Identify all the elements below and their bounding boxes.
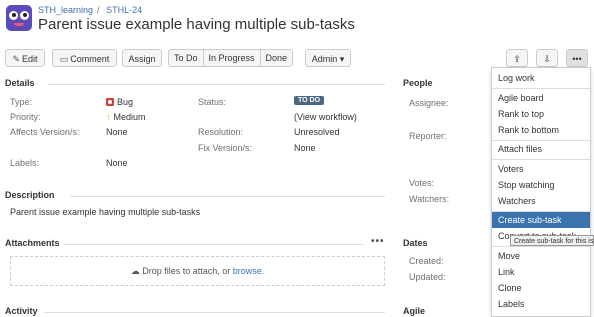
more-actions-button[interactable]: •••	[566, 49, 588, 67]
more-icon: •••	[572, 54, 582, 64]
menu-item-rank-to-top[interactable]: Rank to top	[492, 106, 590, 122]
menu-item-voters[interactable]: Voters	[492, 161, 590, 177]
share-button[interactable]: ⇪	[506, 49, 528, 67]
description-divider	[70, 196, 385, 197]
admin-dropdown[interactable]: Admin ▾	[305, 49, 351, 67]
menu-item-link[interactable]: Link	[492, 264, 590, 280]
create-sub-task-tooltip: Create sub-task for this issue	[510, 235, 594, 246]
drop-files-text: Drop files to attach, or	[142, 266, 231, 276]
breadcrumb-project[interactable]: STH_learning	[38, 5, 93, 15]
details-heading: Details	[5, 78, 35, 88]
fix-version-label: Fix Version/s:	[198, 143, 253, 153]
status-label: Status:	[198, 97, 227, 107]
breadcrumb-issue-key[interactable]: STHL-24	[106, 5, 142, 15]
labels-value[interactable]: None	[106, 158, 128, 168]
resolution-value: Unresolved	[294, 127, 340, 137]
attachment-dropzone[interactable]: ☁ Drop files to attach, or browse.	[10, 256, 385, 286]
reporter-label: Reporter:	[409, 131, 447, 141]
type-value-text: Bug	[117, 97, 134, 107]
more-actions-menu: Log work Agile board Rank to top Rank to…	[491, 67, 591, 317]
in-progress-button[interactable]: In Progress	[204, 50, 261, 66]
project-avatar[interactable]	[6, 5, 32, 31]
priority-value: ↑ Medium	[106, 112, 146, 122]
share-icon: ⇪	[513, 54, 521, 64]
updated-label: Updated:	[409, 272, 446, 282]
breadcrumb: STH_learning / STHL-24	[38, 5, 146, 15]
resolution-label: Resolution:	[198, 127, 244, 137]
created-label: Created:	[409, 256, 444, 266]
menu-separator	[492, 88, 590, 89]
menu-separator	[492, 159, 590, 160]
to-do-button[interactable]: To Do	[169, 50, 204, 66]
menu-item-clone[interactable]: Clone	[492, 280, 590, 296]
menu-item-watchers[interactable]: Watchers	[492, 193, 590, 209]
browse-link[interactable]: browse.	[233, 266, 265, 276]
priority-arrow-icon: ↑	[106, 112, 111, 122]
attachments-divider	[64, 244, 364, 245]
menu-item-move[interactable]: Move	[492, 248, 590, 264]
avatar-mouth	[14, 23, 24, 26]
priority-value-text: Medium	[113, 112, 146, 122]
menu-item-attach-files[interactable]: Attach files	[492, 141, 590, 157]
upload-cloud-icon: ☁	[130, 266, 140, 276]
menu-item-log-work[interactable]: Log work	[492, 70, 590, 86]
affects-version-label: Affects Version/s:	[10, 127, 80, 137]
activity-heading: Activity	[5, 306, 38, 316]
avatar-pupil-right	[23, 13, 27, 17]
dates-heading: Dates	[403, 238, 428, 248]
caret-down-icon: ▾	[339, 54, 345, 64]
admin-dropdown-label: Admin	[311, 54, 338, 64]
menu-item-rank-to-bottom[interactable]: Rank to bottom	[492, 122, 590, 138]
fix-version-value: None	[294, 143, 316, 153]
type-value: Bug	[106, 97, 133, 107]
avatar-pupil-left	[12, 13, 16, 17]
menu-separator	[492, 246, 590, 247]
attachments-heading: Attachments	[5, 238, 60, 248]
breadcrumb-separator: /	[97, 5, 100, 15]
edit-button-label: Edit	[22, 54, 38, 64]
activity-divider	[44, 312, 385, 313]
assign-button[interactable]: Assign	[122, 49, 162, 67]
pencil-icon: ✎	[12, 54, 21, 64]
status-lozenge: TO DO	[294, 96, 325, 105]
type-label: Type:	[10, 97, 33, 107]
edit-button[interactable]: ✎ Edit	[5, 49, 45, 67]
menu-item-stop-watching[interactable]: Stop watching	[492, 177, 590, 193]
comment-icon: ▭	[59, 54, 69, 64]
description-heading: Description	[5, 190, 55, 200]
labels-label: Labels:	[10, 158, 40, 168]
view-workflow-link[interactable]: (View workflow)	[294, 112, 357, 122]
comment-button[interactable]: ▭ Comment	[52, 49, 117, 67]
affects-version-value: None	[106, 127, 128, 137]
attachments-options-icon[interactable]: •••	[371, 236, 385, 247]
description-text[interactable]: Parent issue example having multiple sub…	[10, 207, 200, 217]
menu-item-labels[interactable]: Labels	[492, 296, 590, 312]
assignee-label: Assignee:	[409, 98, 449, 108]
menu-item-agile-board[interactable]: Agile board	[492, 90, 590, 106]
details-divider	[48, 84, 385, 85]
agile-heading: Agile	[403, 306, 426, 316]
comment-button-label: Comment	[70, 54, 110, 64]
export-icon: ⇩	[543, 54, 551, 64]
watchers-label: Watchers:	[409, 194, 450, 204]
votes-label: Votes:	[409, 178, 435, 188]
issue-title[interactable]: Parent issue example having multiple sub…	[38, 16, 355, 33]
done-button[interactable]: Done	[261, 50, 293, 66]
export-button[interactable]: ⇩	[536, 49, 558, 67]
priority-label: Priority:	[10, 112, 41, 122]
bug-icon	[106, 98, 114, 106]
menu-item-create-sub-task[interactable]: Create sub-task	[492, 212, 590, 228]
workflow-button-group: To Do In Progress Done	[168, 49, 294, 67]
people-heading: People	[403, 78, 433, 88]
